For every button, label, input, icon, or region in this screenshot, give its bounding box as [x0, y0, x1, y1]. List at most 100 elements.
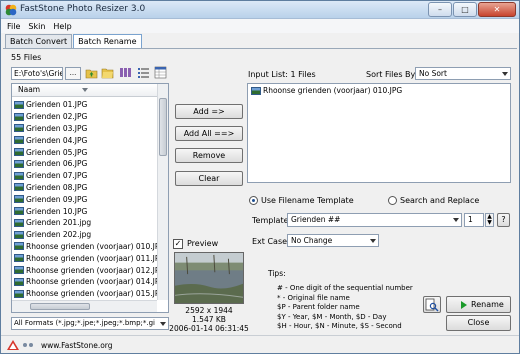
- tip-line: # - One digit of the sequential number: [277, 284, 413, 292]
- image-file-icon: [14, 124, 24, 133]
- list-item[interactable]: Rhoonse grienden (voorjaar) 012.JPG: [14, 264, 165, 276]
- image-file-icon: [14, 136, 24, 145]
- preview-image: [174, 252, 244, 304]
- clear-button[interactable]: Clear: [175, 171, 243, 186]
- minimize-icon[interactable]: –: [428, 2, 452, 17]
- file-name: Rhoonse grienden (voorjaar) 012.JPG: [26, 265, 166, 275]
- folder-icon[interactable]: [101, 66, 114, 79]
- list-item[interactable]: Grienden 03.JPG: [14, 123, 156, 135]
- list-item[interactable]: Rhoonse grienden (voorjaar) 010.JPG: [14, 241, 165, 253]
- file-name: Rhoonse grienden (voorjaar) 014.JPG: [26, 277, 166, 287]
- folder-path-field[interactable]: E:\Foto's\Grier: [11, 67, 63, 80]
- search-replace-radio[interactable]: [388, 196, 397, 205]
- rename-label: Rename: [471, 300, 504, 309]
- list-item[interactable]: Grienden 05.JPG: [14, 146, 156, 158]
- file-name: Rhoonse grienden (voorjaar) 015.JPG: [26, 289, 166, 299]
- input-file-name: Rhoonse grienden (voorjaar) 010.JPG: [263, 86, 403, 95]
- list-item[interactable]: Grienden 07.JPG: [14, 170, 156, 182]
- input-file-list[interactable]: Rhoonse grienden (voorjaar) 010.JPG: [247, 83, 511, 183]
- ext-case-value: No Change: [291, 236, 333, 245]
- file-rows: Grienden 01.JPG Grienden 02.JPG Grienden 0…: [14, 99, 165, 300]
- close-button[interactable]: Close: [446, 315, 511, 331]
- ext-case-select[interactable]: No Change: [287, 234, 379, 247]
- scrollbar-thumb[interactable]: [30, 303, 90, 310]
- menu-file[interactable]: File: [7, 22, 20, 31]
- file-browser-list[interactable]: Naam Grienden 01.JPG Grienden 02.JPG Grien…: [11, 83, 169, 313]
- list-item[interactable]: Grienden 201.jpg: [14, 217, 156, 229]
- tab-batch-convert[interactable]: Batch Convert: [5, 34, 73, 48]
- list-item[interactable]: Grienden 02.JPG: [14, 111, 156, 123]
- thumbnail-view-icon[interactable]: [119, 66, 132, 79]
- file-name: Grienden 05.JPG: [26, 147, 88, 157]
- tip-line: $Y - Year, $M - Month, $D - Day: [277, 313, 387, 321]
- list-item[interactable]: Grienden 202.jpg: [14, 229, 156, 241]
- tip-line: $P - Parent folder name: [277, 303, 360, 311]
- restore-icon[interactable]: □: [453, 2, 477, 17]
- image-file-icon: [14, 183, 24, 192]
- sort-files-select[interactable]: No Sort: [415, 67, 511, 80]
- file-name: Grienden 07.JPG: [26, 171, 88, 181]
- chevron-down-icon: [453, 218, 459, 222]
- file-type-filter-value: All Formats (*.jpg;*.jpe;*.jpeg;*.bmp;*.…: [14, 319, 155, 327]
- image-file-icon: [14, 289, 24, 298]
- list-item[interactable]: Rhoonse grienden (voorjaar) 011.JPG: [14, 252, 165, 264]
- tab-batch-rename[interactable]: Batch Rename: [73, 34, 142, 49]
- image-file-icon: [14, 112, 24, 121]
- file-name: Grienden 201.jpg: [26, 218, 92, 228]
- add-all-button[interactable]: Add All ==>: [175, 126, 243, 141]
- image-dimensions: 2592 x 1944: [185, 306, 233, 315]
- app-logo-icon: [7, 340, 19, 350]
- chevron-down-icon: [370, 239, 376, 243]
- app-icon: [5, 4, 17, 16]
- ext-case-label: Ext Case:: [252, 237, 290, 246]
- scrollbar-thumb[interactable]: [159, 98, 167, 156]
- list-item[interactable]: Grienden 08.JPG: [14, 182, 156, 194]
- tips-label: Tips:: [268, 269, 286, 278]
- website-link[interactable]: www.FastStone.org: [41, 341, 113, 350]
- list-item[interactable]: Grienden 10.JPG: [14, 205, 156, 217]
- image-file-icon: [14, 195, 24, 204]
- close-icon[interactable]: ✕: [478, 2, 516, 17]
- remove-button[interactable]: Remove: [175, 148, 243, 163]
- preview-rename-button[interactable]: [423, 296, 441, 313]
- image-file-icon: [14, 100, 24, 109]
- list-item[interactable]: Rhoonse grienden (voorjaar) 015.JPG: [14, 288, 165, 300]
- list-item[interactable]: Grienden 01.JPG: [14, 99, 156, 111]
- use-template-radio[interactable]: [249, 196, 258, 205]
- list-view-icon[interactable]: [154, 66, 167, 79]
- list-item[interactable]: Rhoonse grienden (voorjaar) 010.JPG: [251, 86, 402, 95]
- list-item[interactable]: Grienden 09.JPG: [14, 193, 156, 205]
- image-file-size: 1.547 KB: [192, 315, 226, 324]
- image-datetime: 2006-01-14 06:31:45: [169, 324, 249, 333]
- column-header-name[interactable]: Naam: [12, 84, 157, 97]
- file-type-filter[interactable]: All Formats (*.jpg;*.jpe;*.jpeg;*.bmp;*.…: [11, 317, 169, 330]
- template-input[interactable]: Grienden ##: [287, 213, 462, 227]
- start-number-spinner[interactable]: ▲ ▼: [485, 213, 494, 227]
- list-item[interactable]: Grienden 06.JPG: [14, 158, 156, 170]
- file-name: Grienden 01.JPG: [26, 100, 88, 110]
- title-bar[interactable]: FastStone Photo Resizer 3.0 – □ ✕: [1, 1, 519, 19]
- file-name: Grienden 06.JPG: [26, 159, 88, 169]
- template-value: Grienden ##: [291, 215, 341, 224]
- status-bar: www.FastStone.org: [1, 335, 519, 353]
- list-item[interactable]: Grienden 04.JPG: [14, 134, 156, 146]
- preview-checkbox[interactable]: ✓: [173, 239, 183, 249]
- chevron-down-icon: [502, 72, 508, 76]
- image-file-icon: [14, 159, 24, 168]
- file-name: Grienden 202.jpg: [26, 230, 92, 240]
- vertical-scrollbar[interactable]: [157, 84, 168, 300]
- detail-view-icon[interactable]: [137, 66, 150, 79]
- menu-help[interactable]: Help: [53, 22, 71, 31]
- input-list-label: Input List: 1 Files: [248, 70, 316, 79]
- start-number-field[interactable]: 1: [464, 213, 484, 227]
- list-item[interactable]: Rhoonse grienden (voorjaar) 014.JPG: [14, 276, 165, 288]
- column-header-label: Naam: [18, 85, 41, 94]
- horizontal-scrollbar[interactable]: [12, 300, 157, 312]
- folder-up-icon[interactable]: [85, 66, 98, 79]
- image-file-icon: [251, 86, 261, 95]
- menu-skin[interactable]: Skin: [28, 22, 45, 31]
- help-button[interactable]: ?: [497, 213, 510, 227]
- rename-button[interactable]: Rename: [446, 296, 511, 313]
- add-button[interactable]: Add =>: [175, 104, 243, 119]
- browse-button[interactable]: ...: [65, 67, 81, 80]
